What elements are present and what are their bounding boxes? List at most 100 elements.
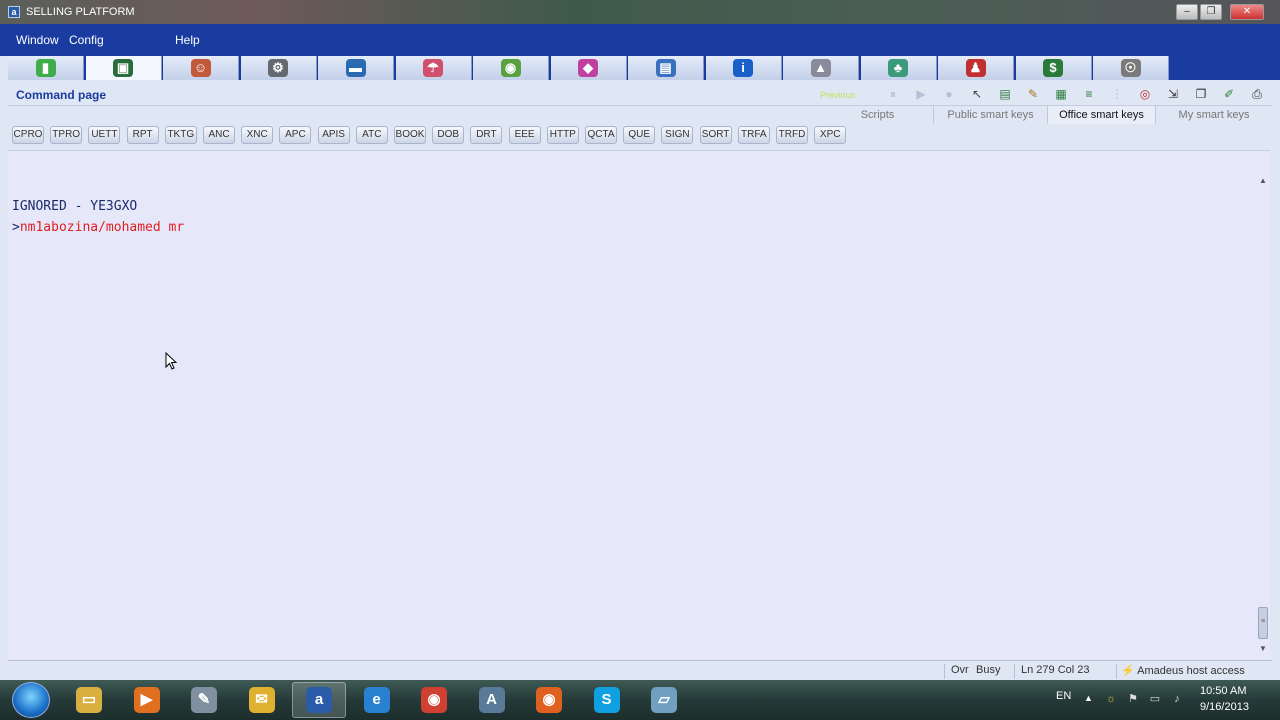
smart-key-xnc[interactable]: XNC [241, 126, 274, 144]
toolbar-button-globe[interactable]: ◉ [473, 56, 549, 80]
window-title: SELLING PLATFORM [26, 6, 135, 18]
smart-key-sign[interactable]: SIGN [661, 126, 694, 144]
taskbar-app-mail[interactable]: ✉ [235, 682, 289, 718]
status-busy: Busy [976, 664, 1001, 676]
smart-key-cpro[interactable]: CPRO [12, 126, 44, 144]
toolbar-button-tools[interactable]: ⚙ [240, 56, 317, 80]
smart-key-apis[interactable]: APIS [317, 126, 350, 144]
smart-key-row: CPRO TPRO UETT RPT TKTG ANC XNC APC APIS ATC BOOK D… [8, 124, 1272, 146]
smart-key-rpt[interactable]: RPT [126, 126, 159, 144]
copy-icon[interactable]: ❐ [1193, 86, 1209, 102]
clock-time[interactable]: 10:50 AM [1200, 685, 1246, 697]
pause-icon[interactable]: ⏸ [885, 86, 901, 102]
taskbar-app-paint[interactable]: ✎ [177, 682, 231, 718]
title-bar: a SELLING PLATFORM ‒ ❐ ✕ [0, 0, 1280, 24]
taskbar-app-skype[interactable]: S [580, 682, 634, 718]
play-icon[interactable]: ▶ [913, 86, 929, 102]
toolbar-button-agent[interactable]: ☺ [163, 56, 239, 80]
volume-icon[interactable]: ♪ [1170, 692, 1184, 706]
taskbar-app-media-player[interactable]: ▶ [120, 682, 174, 718]
toolbar-button-umbrella[interactable]: ☂ [395, 56, 472, 80]
toolbar-button-money[interactable]: $ [1015, 56, 1092, 80]
main-toolbar: ▮ ▣ ☺ ⚙ ▬ ☂ ◉ ◆ ▤ i ▲ ♣ ♟ $ ☉ [8, 56, 1280, 80]
search-icon[interactable]: ◎ [1137, 86, 1153, 102]
clock-date[interactable]: 9/16/2013 [1200, 701, 1249, 713]
smart-key-uett[interactable]: UETT [88, 126, 121, 144]
smart-key-xpc[interactable]: XPC [814, 126, 847, 144]
script-icon[interactable]: ▤ [997, 86, 1013, 102]
media-player-icon: ▶ [133, 687, 160, 713]
toolbar-button-ticket[interactable]: ◆ [550, 56, 627, 80]
scroll-down-arrow-icon[interactable]: ▼ [1258, 644, 1268, 653]
maximize-button[interactable]: ❐ [1200, 4, 1222, 20]
notepad-icon: ▱ [651, 687, 677, 713]
scroll-up-arrow-icon[interactable]: ▲ [1258, 176, 1268, 185]
smart-key-http[interactable]: HTTP [546, 126, 579, 144]
toolbar-button-ship[interactable]: ▲ [783, 56, 859, 80]
command-terminal[interactable]: IGNORED - YE3GXO >nm1abozina/mohamed mr [8, 150, 1270, 660]
terminal-command-line[interactable]: >nm1abozina/mohamed mr [12, 220, 184, 235]
smart-key-tpro[interactable]: TPRO [50, 126, 83, 144]
toolbar-button-search-people[interactable]: ☉ [1093, 56, 1169, 80]
menu-window[interactable]: Window [16, 33, 59, 47]
pencil-icon[interactable]: ✐ [1221, 86, 1237, 102]
lightning-icon: ⚡ [1121, 665, 1135, 677]
menu-config[interactable]: Config [69, 33, 104, 47]
smart-key-tktg[interactable]: TKTG [164, 126, 197, 144]
grid-icon[interactable]: ⋮ [1109, 86, 1125, 102]
taskbar-app-firefox[interactable]: ◉ [522, 682, 576, 718]
toolbar-button-document[interactable]: ▤ [628, 56, 704, 80]
toolbar-button-info[interactable]: i [705, 56, 782, 80]
minimize-button[interactable]: ‒ [1176, 4, 1198, 20]
smart-key-dob[interactable]: DOB [432, 126, 465, 144]
vertical-scrollbar[interactable]: ▲ ≡ ▼ [1256, 176, 1270, 658]
toolbar-button-car[interactable]: ▬ [318, 56, 394, 80]
tab-scripts[interactable]: Scripts [822, 106, 934, 124]
toolbar-button-tree[interactable]: ♣ [860, 56, 937, 80]
smart-key-trfa[interactable]: TRFA [737, 126, 770, 144]
smart-key-anc[interactable]: ANC [203, 126, 235, 144]
toolbar-button-command-page[interactable]: ▣ [85, 56, 162, 80]
pointer-icon[interactable]: ↖ [969, 86, 985, 102]
tab-public-smart-keys[interactable]: Public smart keys [934, 106, 1048, 124]
previous-label[interactable]: Previous [820, 90, 855, 100]
taskbar-app-notepad[interactable]: ▱ [637, 682, 691, 718]
firefox-icon: ◉ [536, 687, 562, 713]
brush-icon[interactable]: ✎ [1025, 86, 1041, 102]
stop-icon[interactable]: ● [941, 86, 957, 102]
smart-key-que[interactable]: QUE [623, 126, 656, 144]
terminal-command-text[interactable]: nm1abozina/mohamed mr [20, 220, 184, 235]
taskbar-app-asc[interactable]: A [465, 682, 519, 718]
smart-key-apc[interactable]: APC [279, 126, 312, 144]
network-icon[interactable]: ▭ [1148, 692, 1162, 706]
smart-key-drt[interactable]: DRT [470, 126, 503, 144]
menu-help[interactable]: Help [175, 33, 200, 47]
language-indicator[interactable]: EN [1056, 690, 1071, 702]
smart-key-atc[interactable]: ATC [355, 126, 388, 144]
smart-key-sort[interactable]: SORT [699, 126, 732, 144]
toolbar-button-book[interactable]: ▮ [8, 56, 84, 80]
taskbar-app-explorer[interactable]: ▭ [62, 682, 116, 718]
print-icon[interactable]: ⎙ [1249, 86, 1265, 102]
page-title: Command page [16, 88, 107, 102]
close-button[interactable]: ✕ [1230, 4, 1264, 20]
smart-key-eee[interactable]: EEE [508, 126, 541, 144]
tab-my-smart-keys[interactable]: My smart keys [1156, 106, 1272, 124]
smart-key-trfd[interactable]: TRFD [776, 126, 808, 144]
flag-icon[interactable]: ⚑ [1126, 692, 1140, 706]
scroll-thumb[interactable]: ≡ [1258, 607, 1268, 639]
edit-icon[interactable]: ▦ [1053, 86, 1069, 102]
tab-office-smart-keys[interactable]: Office smart keys [1048, 106, 1156, 124]
taskbar-app-chrome[interactable]: ◉ [407, 682, 461, 718]
taskbar-app-internet-explorer[interactable]: e [350, 682, 404, 718]
amadeus-icon: a [306, 687, 332, 713]
notification-icon[interactable]: ☼ [1104, 692, 1118, 706]
smart-key-qcta[interactable]: QCTA [585, 126, 617, 144]
start-button[interactable] [12, 682, 50, 718]
split-icon[interactable]: ⇲ [1165, 86, 1181, 102]
smart-key-book[interactable]: BOOK [394, 126, 426, 144]
toolbar-button-person[interactable]: ♟ [938, 56, 1014, 80]
taskbar-app-amadeus[interactable]: a [292, 682, 346, 718]
show-hidden-icons-icon[interactable]: ▲ [1084, 693, 1093, 703]
list-icon[interactable]: ≡ [1081, 86, 1097, 102]
